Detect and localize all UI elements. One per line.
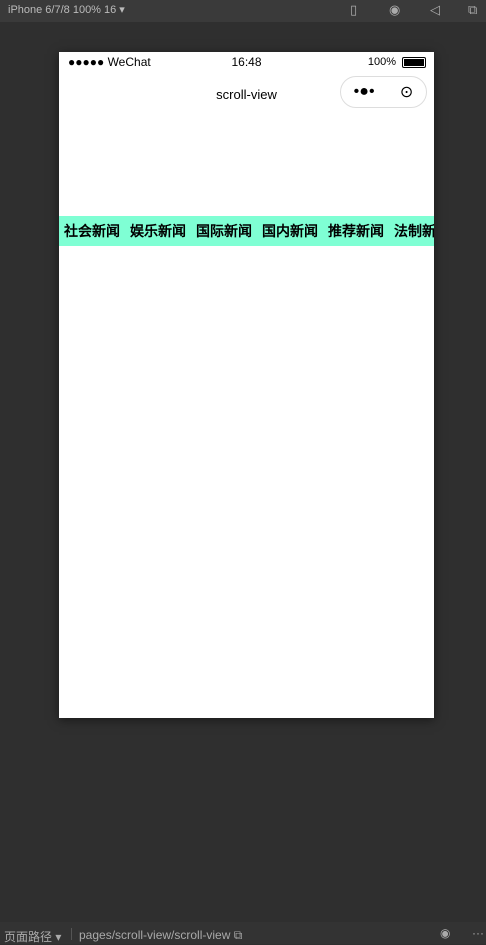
scroll-item[interactable]: 娱乐新闻 — [130, 221, 186, 241]
page-path-dropdown[interactable]: 页面路径 ▾ — [4, 928, 61, 945]
status-bar: ●●●●● WeChat 16:48 100% — [59, 52, 434, 72]
divider — [71, 928, 72, 940]
record-icon[interactable]: ◉ — [389, 2, 400, 18]
close-button[interactable]: ⊙ — [400, 82, 413, 102]
copy-icon[interactable]: ⧉ — [234, 928, 243, 942]
scroll-item[interactable]: 国内新闻 — [262, 221, 318, 241]
scroll-item[interactable]: 法制新闻 — [394, 221, 434, 241]
scroll-item[interactable]: 国际新闻 — [196, 221, 252, 241]
eye-icon[interactable]: ◉ — [440, 926, 450, 940]
horizontal-scroll-view[interactable]: 社会新闻 娱乐新闻 国际新闻 国内新闻 推荐新闻 法制新闻 — [59, 216, 434, 246]
battery-percent: 100% — [367, 56, 396, 68]
phone-screen: ●●●●● WeChat 16:48 100% scroll-view •●• … — [59, 52, 434, 718]
phone-icon[interactable]: ▯ — [350, 2, 357, 18]
page-path-text: pages/scroll-view/scroll-view — [79, 928, 231, 942]
page-path: pages/scroll-view/scroll-view ⧉ — [79, 928, 242, 943]
bottom-bar: 页面路径 ▾ pages/scroll-view/scroll-view ⧉ ◉… — [0, 922, 486, 944]
more-icon[interactable]: ··· — [472, 926, 484, 940]
scroll-item[interactable]: 推荐新闻 — [328, 221, 384, 241]
more-button[interactable]: •●• — [354, 83, 375, 101]
device-selector[interactable]: iPhone 6/7/8 100% 16 ▾ — [8, 3, 125, 16]
scroll-item[interactable]: 社会新闻 — [64, 221, 120, 241]
sound-icon[interactable]: ◁ — [430, 2, 440, 18]
simulator-toolbar: iPhone 6/7/8 100% 16 ▾ ▯ ◉ ◁ ⧉ — [0, 0, 486, 22]
capsule-menu: •●• ⊙ — [340, 76, 427, 108]
battery-icon — [402, 56, 426, 68]
window-icon[interactable]: ⧉ — [468, 2, 477, 18]
